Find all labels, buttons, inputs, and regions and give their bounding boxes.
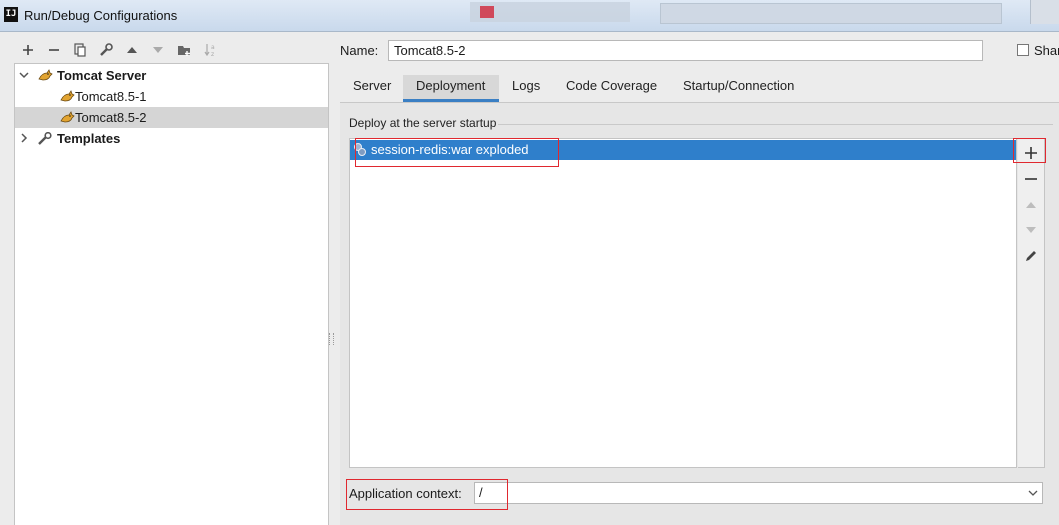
folder-add-icon[interactable] <box>174 40 194 60</box>
tree-item-tomcat8-5-2[interactable]: Tomcat8.5-2 <box>15 107 328 128</box>
wrench-icon <box>38 132 52 145</box>
background-app-icon <box>480 6 494 18</box>
tomcat-icon <box>60 90 75 102</box>
minus-icon <box>1025 178 1037 180</box>
artifact-list[interactable] <box>349 138 1017 468</box>
tab-startup-connection[interactable]: Startup/Connection <box>683 75 823 102</box>
remove-artifact-button[interactable] <box>1019 168 1043 190</box>
pencil-icon <box>1026 251 1036 261</box>
minus-icon[interactable] <box>44 40 64 60</box>
tree-item-label: Tomcat8.5-1 <box>75 89 147 104</box>
list-item[interactable]: session-redis:war exploded <box>350 140 1016 160</box>
background-window-tab <box>470 2 630 22</box>
application-context-value: / <box>479 485 483 500</box>
tree-group-tomcat-server[interactable]: Tomcat Server <box>15 65 328 86</box>
move-down-button[interactable] <box>1019 219 1043 241</box>
tab-logs[interactable]: Logs <box>512 75 552 102</box>
copy-icon[interactable] <box>70 40 90 60</box>
config-tabs: Server Deployment Logs Code Coverage Sta… <box>340 75 1059 102</box>
tab-server[interactable]: Server <box>340 75 402 102</box>
section-divider <box>498 124 1053 125</box>
name-field[interactable]: Tomcat8.5-2 <box>388 40 983 61</box>
plus-icon <box>1025 147 1037 159</box>
wrench-icon[interactable] <box>96 40 116 60</box>
tree-group-templates[interactable]: Templates <box>15 128 328 149</box>
artifact-icon <box>354 143 366 156</box>
configuration-tree: Tomcat Server Tomcat8.5-1 Tomcat8.5-2 Te… <box>14 63 329 525</box>
application-context-label: Application context: <box>349 486 462 501</box>
arrow-up-icon <box>1026 202 1036 208</box>
tab-code-coverage[interactable]: Code Coverage <box>566 75 672 102</box>
window-title: Run/Debug Configurations <box>24 8 178 23</box>
tab-deployment[interactable]: Deployment <box>403 75 499 102</box>
add-artifact-button[interactable] <box>1019 142 1043 164</box>
splitter-grip-icon <box>329 333 334 345</box>
tomcat-icon <box>60 111 75 123</box>
tree-item-label: Tomcat8.5-2 <box>75 110 147 125</box>
svg-text:z: z <box>211 51 214 57</box>
share-label: Shar <box>1034 43 1059 58</box>
chevron-right-icon[interactable] <box>19 133 29 143</box>
name-label: Name: <box>340 43 379 58</box>
tree-group-label: Templates <box>57 131 121 146</box>
edit-artifact-button[interactable] <box>1019 245 1043 267</box>
chevron-down-icon[interactable] <box>1028 489 1038 497</box>
tree-group-label: Tomcat Server <box>57 68 147 83</box>
share-checkbox[interactable] <box>1017 44 1029 56</box>
intellij-logo-icon: IJ <box>4 7 18 22</box>
panel-splitter[interactable] <box>327 63 339 524</box>
config-toolbar: az <box>0 40 330 62</box>
sort-alpha-icon[interactable]: az <box>200 40 220 60</box>
tree-item-tomcat8-5-1[interactable]: Tomcat8.5-1 <box>15 86 328 107</box>
application-context-combo[interactable]: / <box>474 482 1043 504</box>
arrow-down-icon <box>1026 227 1036 233</box>
move-up-button[interactable] <box>1019 194 1043 216</box>
section-title: Deploy at the server startup <box>349 116 497 130</box>
arrow-up-icon[interactable] <box>122 40 142 60</box>
artifact-label: session-redis:war exploded <box>371 142 529 157</box>
plus-icon[interactable] <box>18 40 38 60</box>
tomcat-icon <box>38 69 53 81</box>
window-close-button[interactable] <box>1030 0 1059 24</box>
title-bar: IJ Run/Debug Configurations <box>0 0 1059 32</box>
background-window-field <box>660 3 1002 24</box>
arrow-down-icon[interactable] <box>148 40 168 60</box>
svg-text:a: a <box>211 44 215 51</box>
chevron-down-icon[interactable] <box>19 70 29 80</box>
